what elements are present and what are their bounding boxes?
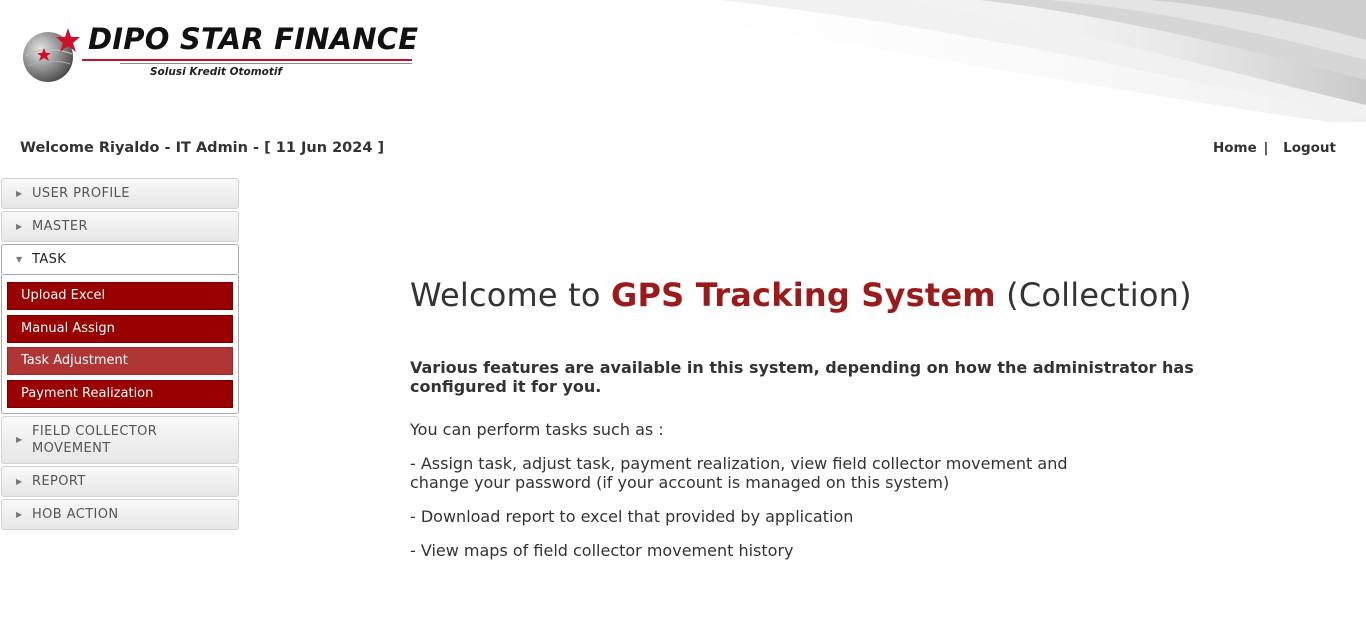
nav-separator: | (1263, 140, 1269, 156)
main-content: Welcome to GPS Tracking System (Collecti… (410, 276, 1230, 560)
caret-right-icon: ▶ (16, 189, 23, 198)
tasks-intro-text: You can perform tasks such as : (410, 420, 664, 439)
caret-right-icon: ▶ (16, 435, 23, 444)
sidebar-item-label: REPORT (32, 473, 86, 489)
brand-tagline: Solusi Kredit Otomotif (150, 66, 283, 78)
sidebar-item-label: USER PROFILE (32, 186, 130, 201)
sidebar-menu: ▶ USER PROFILE ▶ MASTER ▼ TASK Upload Ex… (1, 178, 239, 532)
submenu-payment-realization[interactable]: Payment Realization (7, 379, 233, 408)
sidebar-item-label-line1: FIELD COLLECTOR (32, 423, 158, 439)
page-title-system-name: GPS Tracking System (611, 276, 996, 314)
sidebar-item-label: MASTER (32, 219, 88, 234)
header-banner: DIPO STAR FINANCE Solusi Kredit Otomotif (0, 0, 1366, 122)
sidebar-item-field-collector-movement[interactable]: ▶ FIELD COLLECTOR MOVEMENT (1, 415, 239, 464)
page-title: Welcome to GPS Tracking System (Collecti… (410, 276, 1230, 314)
intro-lead-text: Various features are available in this s… (410, 358, 1194, 396)
sidebar-item-task[interactable]: ▼ TASK (1, 244, 239, 275)
sidebar-item-user-profile[interactable]: ▶ USER PROFILE (1, 178, 239, 209)
task-submenu: Upload Excel Manual Assign Task Adjustme… (1, 275, 239, 414)
company-logo[interactable]: DIPO STAR FINANCE Solusi Kredit Otomotif (20, 20, 420, 84)
submenu-upload-excel[interactable]: Upload Excel (7, 282, 233, 310)
page-title-suffix: (Collection) (995, 276, 1192, 314)
caret-right-icon: ▶ (16, 222, 23, 231)
caret-right-icon: ▶ (16, 509, 23, 519)
feature-item-2: - Download report to excel that provided… (410, 507, 854, 526)
submenu-task-adjustment[interactable]: Task Adjustment (7, 347, 233, 375)
sidebar-item-hob-action[interactable]: ▶ HOB ACTION (1, 498, 239, 530)
sidebar-item-label: FIELD COLLECTOR MOVEMENT (32, 423, 157, 457)
caret-right-icon: ▶ (16, 476, 23, 486)
brand-underline-secondary (120, 63, 412, 64)
sidebar-item-label-line2: MOVEMENT (32, 440, 111, 456)
home-link[interactable]: Home (1213, 140, 1257, 156)
feature-item-1: - Assign task, adjust task, payment real… (410, 454, 1068, 492)
sidebar-item-label: TASK (32, 252, 67, 267)
feature-item-3: - View maps of field collector movement … (410, 541, 794, 560)
logout-link[interactable]: Logout (1283, 140, 1336, 156)
caret-down-icon: ▼ (16, 255, 23, 264)
brand-name: DIPO STAR FINANCE (88, 22, 419, 56)
page-title-prefix: Welcome to (410, 276, 612, 314)
sidebar-item-master[interactable]: ▶ MASTER (1, 211, 239, 242)
sidebar-item-label: HOB ACTION (32, 506, 119, 522)
submenu-manual-assign[interactable]: Manual Assign (7, 314, 233, 343)
brand-underline (82, 59, 412, 61)
sidebar-item-report[interactable]: ▶ REPORT (1, 465, 239, 497)
top-nav: Home | Logout (1213, 140, 1336, 156)
welcome-message: Welcome Riyaldo - IT Admin - [ 11 Jun 20… (20, 140, 385, 156)
globe-star-icon (23, 28, 80, 82)
